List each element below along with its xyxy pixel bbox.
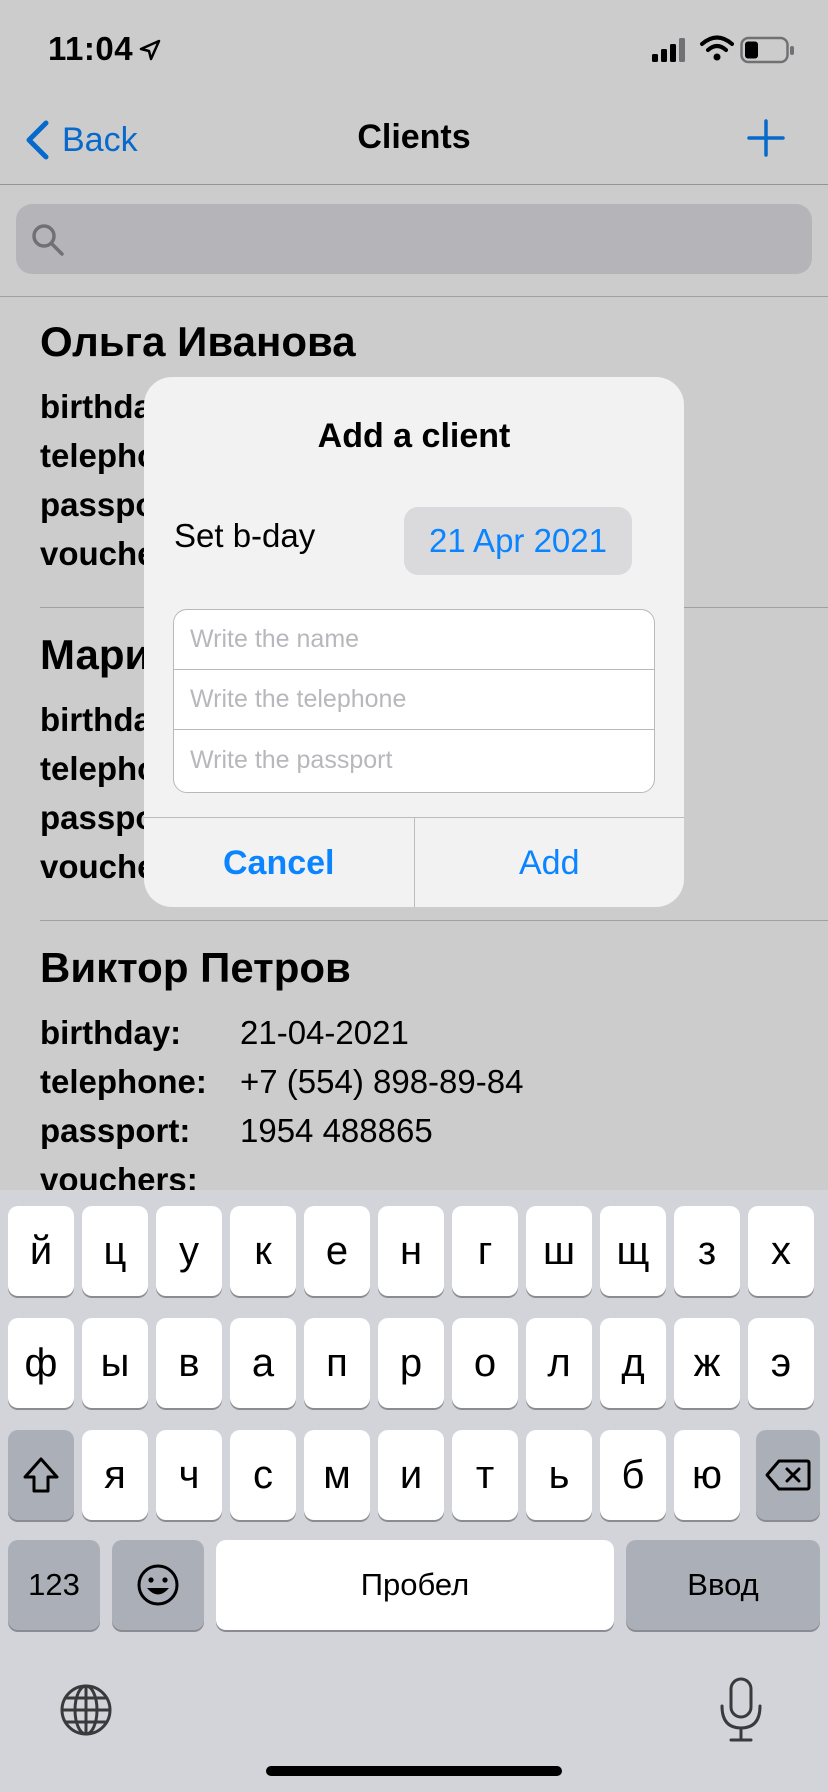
shift-icon xyxy=(23,1457,59,1493)
key[interactable]: д xyxy=(600,1318,666,1408)
key[interactable]: э xyxy=(748,1318,814,1408)
key[interactable]: е xyxy=(304,1206,370,1296)
alert-title: Add a client xyxy=(317,417,511,455)
alert-actions: Cancel Add xyxy=(144,817,684,907)
passport-input[interactable] xyxy=(174,730,654,790)
key[interactable]: т xyxy=(452,1430,518,1520)
key[interactable]: я xyxy=(82,1430,148,1520)
return-key[interactable]: Ввод xyxy=(626,1540,820,1630)
key[interactable]: б xyxy=(600,1430,666,1520)
key[interactable]: ц xyxy=(82,1206,148,1296)
add-button[interactable]: Add xyxy=(415,818,685,907)
key[interactable]: м xyxy=(304,1430,370,1520)
key[interactable]: о xyxy=(452,1318,518,1408)
key[interactable]: к xyxy=(230,1206,296,1296)
home-indicator[interactable] xyxy=(266,1766,562,1776)
emoji-key[interactable] xyxy=(112,1540,204,1630)
bday-label: Set b-day xyxy=(174,517,316,554)
key[interactable]: ч xyxy=(156,1430,222,1520)
key[interactable]: р xyxy=(378,1318,444,1408)
key[interactable]: а xyxy=(230,1318,296,1408)
emoji-icon xyxy=(137,1564,179,1606)
microphone-icon[interactable] xyxy=(716,1676,766,1746)
shift-key[interactable] xyxy=(8,1430,74,1520)
numbers-key[interactable]: 123 xyxy=(8,1540,100,1630)
telephone-input[interactable] xyxy=(174,670,654,730)
key[interactable]: ь xyxy=(526,1430,592,1520)
key[interactable]: ю xyxy=(674,1430,740,1520)
key[interactable]: щ xyxy=(600,1206,666,1296)
add-client-alert: Add a client Set b-day 21 Apr 2021 Cance… xyxy=(144,377,684,907)
key[interactable]: г xyxy=(452,1206,518,1296)
key[interactable]: й xyxy=(8,1206,74,1296)
backspace-icon xyxy=(765,1459,811,1491)
key[interactable]: п xyxy=(304,1318,370,1408)
key[interactable]: с xyxy=(230,1430,296,1520)
keyboard: й ц у к е н г ш щ з х ф ы в а п р о л д … xyxy=(0,1190,828,1792)
space-key[interactable]: Пробел xyxy=(216,1540,614,1630)
key[interactable]: л xyxy=(526,1318,592,1408)
backspace-key[interactable] xyxy=(756,1430,820,1520)
date-picker-button[interactable]: 21 Apr 2021 xyxy=(404,507,632,575)
key[interactable]: ш xyxy=(526,1206,592,1296)
key[interactable]: н xyxy=(378,1206,444,1296)
key[interactable]: в xyxy=(156,1318,222,1408)
key[interactable]: у xyxy=(156,1206,222,1296)
key[interactable]: ф xyxy=(8,1318,74,1408)
input-group xyxy=(173,609,655,793)
name-input[interactable] xyxy=(174,610,654,670)
globe-icon[interactable] xyxy=(58,1682,114,1738)
key[interactable]: ж xyxy=(674,1318,740,1408)
key[interactable]: х xyxy=(748,1206,814,1296)
key[interactable]: и xyxy=(378,1430,444,1520)
key[interactable]: ы xyxy=(82,1318,148,1408)
key[interactable]: з xyxy=(674,1206,740,1296)
cancel-button[interactable]: Cancel xyxy=(144,818,415,907)
